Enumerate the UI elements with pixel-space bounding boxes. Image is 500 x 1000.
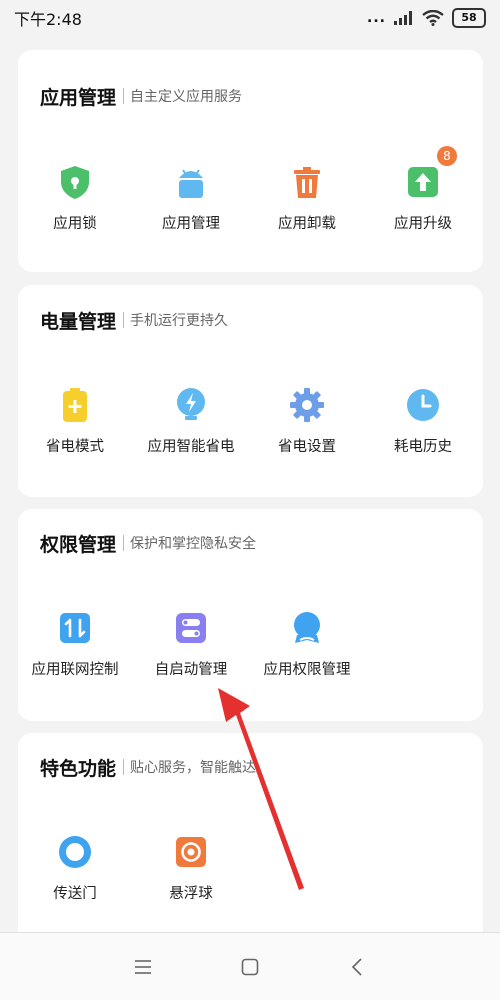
item-label: 应用权限管理 xyxy=(263,662,351,678)
status-bar: 下午2:48 ... 58 xyxy=(0,0,500,36)
battery-indicator: 58 xyxy=(452,8,486,28)
menu-button[interactable] xyxy=(128,952,158,982)
app-permission-item[interactable]: 应用权限管理 xyxy=(248,608,366,679)
item-label: 省电设置 xyxy=(278,439,336,455)
section-header: 电量管理 手机运行更持久 xyxy=(40,305,228,335)
section-title: 应用管理 xyxy=(40,86,117,109)
update-count-badge: 8 xyxy=(437,146,457,166)
status-time: 下午2:48 xyxy=(14,10,82,29)
power-settings-item[interactable]: 省电设置 xyxy=(248,385,366,456)
float-ball-icon xyxy=(171,832,211,872)
title-divider xyxy=(123,88,125,104)
shield-icon xyxy=(55,162,95,202)
section-title: 特色功能 xyxy=(40,757,117,780)
section-header: 应用管理 自主定义应用服务 xyxy=(40,81,242,111)
section-subtitle: 保护和掌控隐私安全 xyxy=(130,536,257,552)
item-label: 应用智能省电 xyxy=(147,439,235,455)
app-uninstall-item[interactable]: 应用卸载 xyxy=(248,162,366,233)
app-upgrade-item[interactable]: 8 应用升级 xyxy=(364,146,482,233)
app-management-item[interactable]: 应用管理 xyxy=(132,162,250,233)
title-divider xyxy=(123,312,125,328)
autostart-management-item[interactable]: 自启动管理 xyxy=(132,608,250,679)
network-icon xyxy=(55,608,95,648)
section-subtitle: 手机运行更持久 xyxy=(130,313,229,329)
power-history-item[interactable]: 耗电历史 xyxy=(364,385,482,456)
item-label: 自启动管理 xyxy=(154,662,228,678)
portal-icon xyxy=(55,832,95,872)
upgrade-icon: 8 xyxy=(403,146,457,202)
trash-icon xyxy=(287,162,327,202)
section-permission-management: 权限管理 保护和掌控隐私安全 应用联网控制 自启动管理 应用权限管理 xyxy=(18,509,483,721)
section-subtitle: 贴心服务，智能触达 xyxy=(130,760,257,776)
item-label: 耗电历史 xyxy=(394,439,452,455)
item-label: 应用卸载 xyxy=(278,216,336,232)
wifi-icon xyxy=(422,10,444,26)
signal-icon xyxy=(394,11,412,25)
section-special-features: 特色功能 贴心服务，智能触达 传送门 悬浮球 xyxy=(18,733,483,948)
item-label: 省电模式 xyxy=(46,439,104,455)
item-label: 悬浮球 xyxy=(169,886,213,902)
power-save-mode-item[interactable]: 省电模式 xyxy=(16,385,134,456)
float-ball-item[interactable]: 悬浮球 xyxy=(132,832,250,903)
item-label: 应用升级 xyxy=(394,216,452,232)
portal-item[interactable]: 传送门 xyxy=(16,832,134,903)
back-button[interactable] xyxy=(342,952,372,982)
gear-icon xyxy=(287,385,327,425)
section-power-management: 电量管理 手机运行更持久 省电模式 应用智能省电 省电设置 耗电历史 xyxy=(18,285,483,497)
navigation-bar xyxy=(0,932,500,1000)
status-icons: ... 58 xyxy=(367,8,486,28)
item-label: 传送门 xyxy=(53,886,97,902)
item-label: 应用锁 xyxy=(53,216,97,232)
signal-dots: ... xyxy=(367,10,386,26)
home-icon xyxy=(241,958,259,975)
badge-icon xyxy=(287,608,327,648)
app-lock-item[interactable]: 应用锁 xyxy=(16,162,134,233)
menu-icon xyxy=(135,959,152,974)
section-header: 权限管理 保护和掌控隐私安全 xyxy=(40,528,256,558)
network-control-item[interactable]: 应用联网控制 xyxy=(16,608,134,679)
title-divider xyxy=(123,535,125,551)
item-label: 应用联网控制 xyxy=(31,662,119,678)
smart-power-save-item[interactable]: 应用智能省电 xyxy=(132,385,250,456)
section-title: 权限管理 xyxy=(40,533,117,556)
item-label: 应用管理 xyxy=(162,216,220,232)
back-icon xyxy=(351,957,362,976)
bulb-icon xyxy=(171,385,211,425)
section-header: 特色功能 贴心服务，智能触达 xyxy=(40,752,256,782)
home-button[interactable] xyxy=(235,952,265,982)
section-subtitle: 自主定义应用服务 xyxy=(130,89,243,105)
section-app-management: 应用管理 自主定义应用服务 应用锁 应用管理 应用卸载 8 应用升级 xyxy=(18,50,483,272)
battery-icon xyxy=(55,385,95,425)
title-divider xyxy=(123,759,125,775)
section-title: 电量管理 xyxy=(40,310,117,333)
clock-icon xyxy=(403,385,443,425)
toggle-icon xyxy=(171,608,211,648)
android-icon xyxy=(171,162,211,202)
